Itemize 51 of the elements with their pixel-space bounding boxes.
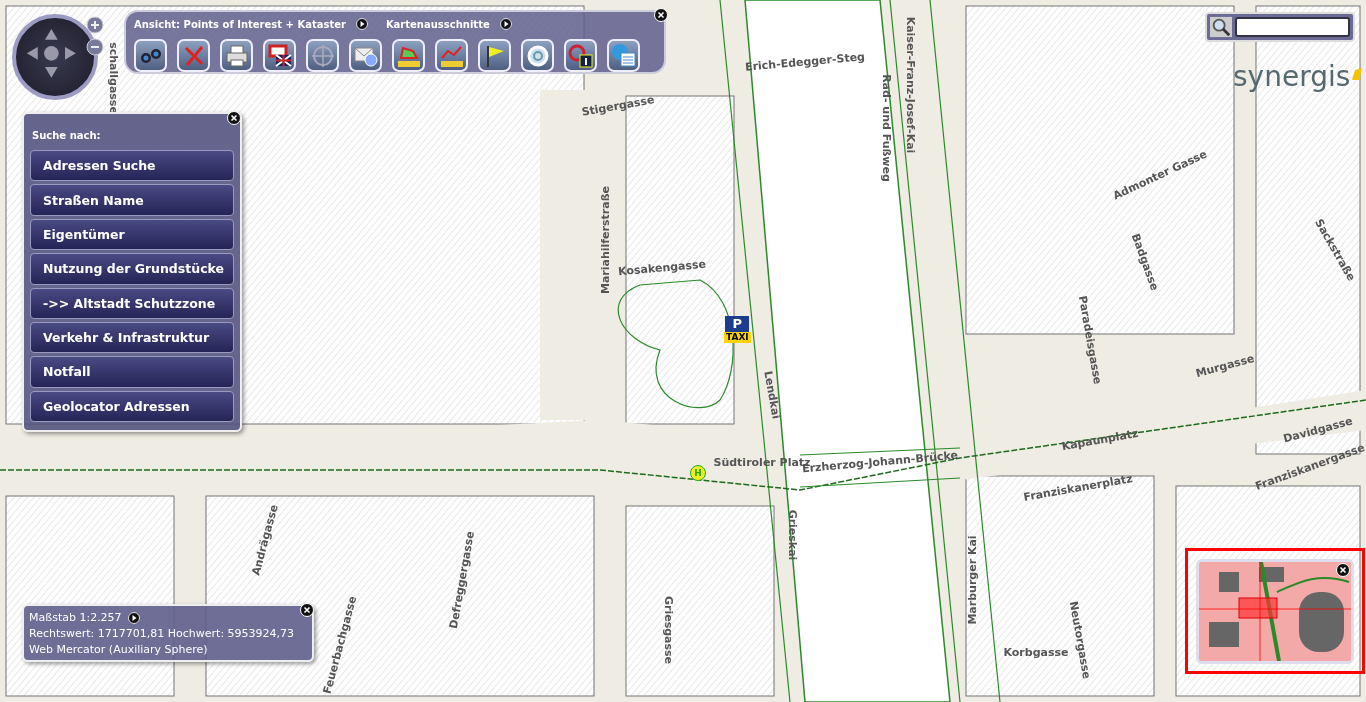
line-tool-button[interactable]: [435, 39, 468, 72]
panel-title: Suche nach:: [32, 130, 102, 141]
binoculars-tool-button[interactable]: [134, 39, 167, 72]
street-label: schallgasse: [106, 42, 120, 114]
print-tool-button[interactable]: [220, 39, 253, 72]
search-option-button[interactable]: Eigentümer: [30, 218, 234, 251]
close-icon[interactable]: [300, 603, 314, 617]
projection-text: Web Mercator (Auxiliary Sphere): [29, 642, 208, 658]
search-option-button[interactable]: Geolocator Adressen: [30, 390, 234, 422]
street-label: Rad- und Fußweg: [879, 74, 893, 182]
search-field[interactable]: [1205, 12, 1355, 42]
search-option-button[interactable]: Adressen Suche: [30, 150, 234, 182]
zoom-tool-button[interactable]: [521, 39, 554, 72]
logo-text: synergis: [1233, 60, 1351, 93]
language-tool-button[interactable]: [263, 39, 296, 72]
play-icon[interactable]: [127, 612, 140, 624]
street-label: Korbgasse: [1003, 645, 1069, 659]
street-label: Mariahilferstraße: [598, 185, 612, 295]
legend-tool-button[interactable]: [607, 39, 640, 72]
play-icon[interactable]: [355, 18, 368, 30]
globe-list-icon: [609, 41, 638, 70]
view-label: Ansicht: Points of Interest + Kataster: [134, 18, 346, 30]
flag-tool-button[interactable]: [478, 39, 511, 72]
search-option-button[interactable]: ->> Altstadt Schutzzone: [30, 287, 234, 319]
search-option-button[interactable]: Verkehr & Infrastruktur: [30, 321, 234, 354]
street-label: Griesgasse: [661, 595, 675, 665]
area-tool-button[interactable]: [392, 39, 425, 72]
info-tool-button[interactable]: [564, 39, 597, 72]
street-label: Marburger Kai: [965, 535, 979, 625]
zoom-in-icon[interactable]: [86, 16, 104, 34]
search-option-button[interactable]: Nutzung der Grundstücke: [30, 253, 234, 285]
crosshair-tool-button[interactable]: [306, 39, 339, 72]
street-label: Grieskai: [785, 509, 799, 561]
search-option-button[interactable]: Straßen Name: [30, 184, 234, 216]
taxi-sign: TAXI: [724, 332, 751, 343]
close-icon[interactable]: [227, 111, 241, 125]
zoom-out-icon[interactable]: [86, 38, 104, 56]
street-label: Lendkai: [761, 369, 783, 421]
street-label: Kaiser-Franz-Josef-Kai: [903, 16, 917, 154]
coordinates-text: Rechtswert: 1717701,81 Hochwert: 5953924,73: [29, 626, 295, 642]
scale-text: Maßstab 1:2.257: [29, 610, 122, 626]
logo-mark-icon: [1352, 68, 1363, 80]
extent-label: Kartenausschnitte: [385, 18, 490, 30]
parking-sign: P: [725, 316, 750, 332]
mail-tool-button[interactable]: [349, 39, 382, 72]
play-icon[interactable]: [499, 18, 512, 30]
street-label: Kosakengasse: [617, 257, 707, 279]
clear-tool-button[interactable]: [177, 39, 210, 72]
search-option-button[interactable]: Notfall: [30, 356, 234, 388]
search-icon[interactable]: [1210, 16, 1232, 38]
street-label: Erich-Edegger-Steg: [744, 50, 866, 74]
